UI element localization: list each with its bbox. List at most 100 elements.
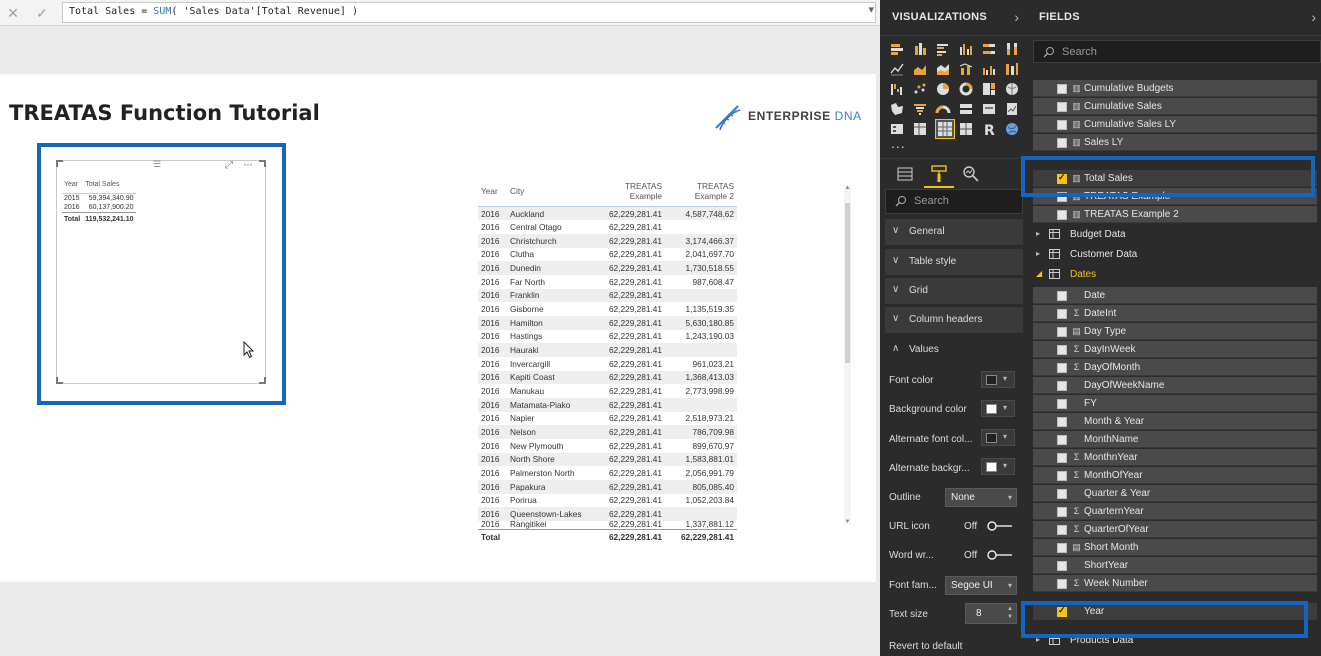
resize-handle[interactable] <box>56 160 63 167</box>
font-family-dropdown[interactable]: Segoe UI ▾ <box>945 576 1017 595</box>
more-options-icon[interactable]: ··· <box>243 157 253 171</box>
close-icon[interactable]: ✕ <box>4 4 22 22</box>
chevron-right-icon[interactable]: › <box>1014 9 1019 25</box>
scatter-chart-icon[interactable] <box>912 81 928 97</box>
checkbox[interactable] <box>1057 525 1067 535</box>
filled-map-icon[interactable] <box>889 101 905 117</box>
field-dayofmonth[interactable]: Σ DayOfMonth <box>1033 359 1317 376</box>
table-scrollbar[interactable]: ▲ ▼ <box>844 185 851 525</box>
field-fy[interactable]: FY <box>1033 395 1317 412</box>
gauge-icon[interactable] <box>935 101 951 117</box>
r-script-visual-icon[interactable]: R <box>981 121 997 137</box>
field-short-month[interactable]: ▤ Short Month <box>1033 539 1317 556</box>
column-header-treatas-example[interactable]: TREATAS Example <box>599 181 665 207</box>
checkbox[interactable] <box>1057 291 1067 301</box>
table-dates[interactable]: ◢ Dates <box>1033 265 1317 285</box>
field-treatas-example-2[interactable]: ▥ TREATAS Example 2 <box>1033 206 1317 223</box>
field-week-number[interactable]: Σ Week Number <box>1033 575 1317 592</box>
field-dayofweekname[interactable]: DayOfWeekName <box>1033 377 1317 394</box>
alternate-background-picker[interactable]: ▾ <box>981 458 1015 475</box>
field-sales-ly[interactable]: ▥ Sales LY <box>1033 134 1317 151</box>
column-header-treatas-example-2[interactable]: TREATAS Example 2 <box>665 181 737 207</box>
field-cumulative-sales-ly[interactable]: ▥ Cumulative Sales LY <box>1033 116 1317 133</box>
matrix-icon[interactable] <box>935 119 955 139</box>
format-paint-roller-icon[interactable] <box>928 163 950 185</box>
scroll-down-icon[interactable]: ▼ <box>844 519 851 525</box>
checkbox[interactable] <box>1057 363 1067 373</box>
checkbox[interactable] <box>1057 138 1067 148</box>
table-visual-icon[interactable] <box>912 121 928 137</box>
checkbox[interactable] <box>1057 84 1067 94</box>
checkbox[interactable] <box>1057 327 1067 337</box>
alternate-font-color-picker[interactable]: ▾ <box>981 429 1015 446</box>
waterfall-chart-icon[interactable] <box>889 81 905 97</box>
column-header-year[interactable]: Year <box>62 180 83 194</box>
revert-to-default-link[interactable]: Revert to default <box>889 641 962 652</box>
analytics-magnifier-icon[interactable] <box>960 163 982 185</box>
checkbox[interactable] <box>1057 381 1067 391</box>
field-cumulative-sales[interactable]: ▥ Cumulative Sales <box>1033 98 1317 115</box>
formula-input[interactable]: Total Sales = SUM( 'Sales Data'[Total Re… <box>62 2 876 23</box>
stacked-column-chart-icon[interactable] <box>912 41 928 57</box>
resize-handle[interactable] <box>56 377 63 384</box>
background-color-picker[interactable]: ▾ <box>981 400 1015 417</box>
multi-row-card-icon[interactable] <box>958 101 974 117</box>
section-column-headers[interactable]: ∨ Column headers <box>885 307 1023 333</box>
100-stacked-bar-icon[interactable] <box>981 41 997 57</box>
stacked-area-chart-icon[interactable] <box>935 61 951 77</box>
focus-mode-icon[interactable]: ⤢ <box>225 160 233 171</box>
checkbox[interactable] <box>1057 102 1067 112</box>
funnel-chart-icon[interactable] <box>912 101 928 117</box>
resize-handle[interactable] <box>259 377 266 384</box>
line-and-clustered-column-icon[interactable] <box>981 61 997 77</box>
format-search-input[interactable]: Search <box>885 189 1023 214</box>
clustered-bar-chart-icon[interactable] <box>935 41 951 57</box>
column-header-total-sales[interactable]: Total Sales <box>83 180 136 194</box>
column-header-city[interactable]: City <box>507 181 599 207</box>
column-header-year[interactable]: Year <box>478 181 507 207</box>
field-dateint[interactable]: Σ DateInt <box>1033 305 1317 322</box>
year-sales-table-visual[interactable]: ☰ ⤢ ··· Year Total Sales 2015 59,394,340… <box>56 157 266 384</box>
checkbox[interactable] <box>1057 210 1067 220</box>
increment-icon[interactable]: ▲ <box>1007 606 1013 612</box>
field-quarternyear[interactable]: Σ QuarternYear <box>1033 503 1317 520</box>
stacked-bar-chart-icon[interactable] <box>889 41 905 57</box>
checkbox[interactable] <box>1057 345 1067 355</box>
check-icon[interactable]: ✓ <box>33 4 51 22</box>
word-wrap-toggle[interactable] <box>987 550 1013 560</box>
checkbox[interactable] <box>1057 309 1067 319</box>
area-chart-icon[interactable] <box>912 61 928 77</box>
text-size-stepper[interactable]: 8 ▲ ▼ <box>965 603 1017 624</box>
checkbox[interactable] <box>1057 507 1067 517</box>
field-date[interactable]: Date <box>1033 287 1317 304</box>
ribbon-chart-icon[interactable] <box>1004 61 1020 77</box>
grid-visual-icon[interactable] <box>958 121 974 137</box>
chevron-right-icon[interactable]: › <box>1311 9 1316 25</box>
scrollbar-thumb[interactable] <box>845 203 850 363</box>
checkbox[interactable] <box>1057 435 1067 445</box>
checkbox[interactable] <box>1057 579 1067 589</box>
section-values[interactable]: ∧ Values <box>885 337 1023 363</box>
checkbox[interactable] <box>1057 561 1067 571</box>
field-monthofyear[interactable]: Σ MonthOfYear <box>1033 467 1317 484</box>
city-treatas-table-visual[interactable]: Year City TREATAS Example TREATAS Exampl… <box>478 181 853 544</box>
table-budget-data[interactable]: ▸ Budget Data <box>1033 225 1317 245</box>
section-general[interactable]: ∨ General <box>885 219 1023 245</box>
field-quarterofyear[interactable]: Σ QuarterOfYear <box>1033 521 1317 538</box>
treemap-icon[interactable] <box>981 81 997 97</box>
font-color-picker[interactable]: ▾ <box>981 371 1015 388</box>
field-month-year[interactable]: Month & Year <box>1033 413 1317 430</box>
url-icon-toggle[interactable] <box>987 521 1013 531</box>
fields-tab-icon[interactable] <box>894 163 916 185</box>
decrement-icon[interactable]: ▼ <box>1007 614 1013 620</box>
resize-handle[interactable] <box>259 160 266 167</box>
field-dayinweek[interactable]: Σ DayInWeek <box>1033 341 1317 358</box>
table-customer-data[interactable]: ▸ Customer Data <box>1033 245 1317 265</box>
scroll-up-icon[interactable]: ▲ <box>844 185 851 191</box>
globe-visual-icon[interactable] <box>1004 121 1020 137</box>
kpi-icon[interactable] <box>1004 101 1020 117</box>
more-visuals-icon[interactable]: ... <box>891 135 906 151</box>
clustered-column-chart-icon[interactable] <box>958 41 974 57</box>
checkbox[interactable] <box>1057 417 1067 427</box>
field-shortyear[interactable]: ShortYear <box>1033 557 1317 574</box>
